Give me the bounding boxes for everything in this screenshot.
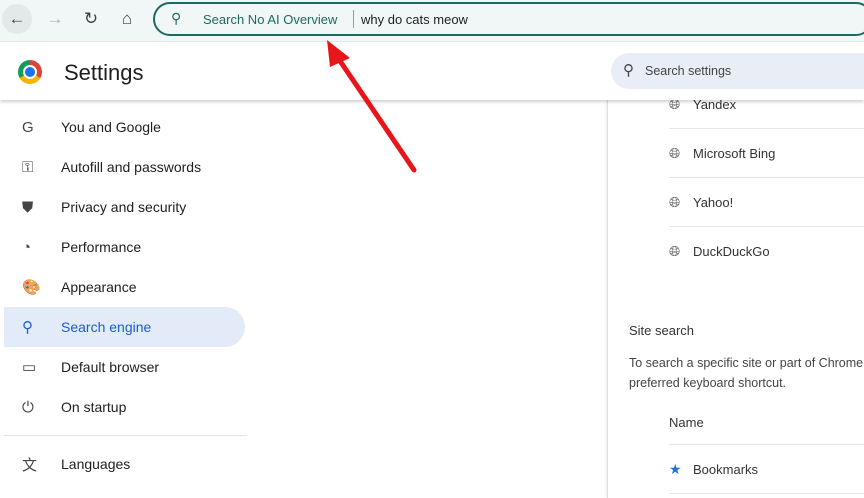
search-placeholder: Search settings bbox=[645, 64, 732, 78]
sidebar-item-label: Privacy and security bbox=[61, 199, 187, 215]
browser-window-icon: ▭ bbox=[22, 359, 37, 376]
forward-button[interactable]: → bbox=[40, 4, 70, 34]
sidebar-item-label: On startup bbox=[61, 399, 127, 415]
search-engine-option[interactable]: 🌐︎ Yahoo! bbox=[669, 178, 864, 227]
search-keyword-chip: Search No AI Overview bbox=[203, 12, 338, 27]
google-icon: G bbox=[22, 118, 34, 136]
search-settings-input[interactable]: ⚲ Search settings bbox=[611, 53, 864, 89]
sidebar-item-privacy[interactable]: ⛊ Privacy and security bbox=[4, 187, 245, 227]
palette-icon: 🎨 bbox=[22, 279, 41, 296]
back-arrow-icon: ← bbox=[8, 9, 26, 28]
sidebar-item-autofill[interactable]: ⚿ Autofill and passwords bbox=[4, 147, 245, 187]
sidebar-item-label: Search engine bbox=[61, 319, 152, 335]
translate-icon: 文 bbox=[22, 456, 38, 474]
engine-name: Yahoo! bbox=[693, 194, 734, 210]
sidebar-item-label: Autofill and passwords bbox=[61, 159, 202, 175]
column-label: Name bbox=[669, 414, 704, 430]
engine-name: DuckDuckGo bbox=[693, 244, 770, 259]
search-engine-panel: 🌐︎ Yandex 🌐︎ Microsoft Bing 🌐︎ Yahoo! 🌐︎ Duc… bbox=[607, 96, 864, 498]
omnibox[interactable]: ⚲ Search No AI Overview why do cats meow bbox=[153, 2, 864, 36]
site-search-row[interactable]: ★ Bookmarks bbox=[669, 445, 864, 494]
sidebar-item-search-engine[interactable]: ⚲ Search engine bbox=[4, 307, 245, 347]
settings-header: Settings ⚲ Search settings bbox=[0, 43, 864, 100]
globe-icon: 🌐︎ bbox=[669, 193, 681, 210]
omnibox-query[interactable]: why do cats meow bbox=[361, 12, 468, 27]
forward-arrow-icon: → bbox=[46, 9, 64, 28]
search-icon: ⚲ bbox=[171, 10, 182, 26]
sidebar-item-label: Performance bbox=[61, 239, 142, 255]
back-button[interactable]: ← bbox=[2, 4, 32, 34]
omnibox-separator bbox=[353, 10, 354, 28]
home-button[interactable]: ⌂ bbox=[112, 4, 142, 34]
speedometer-icon: ◔ bbox=[22, 238, 32, 256]
sidebar-item-label: Appearance bbox=[61, 279, 137, 295]
desc-line: preferred keyboard shortcut. bbox=[629, 376, 787, 390]
globe-icon: 🌐︎ bbox=[669, 243, 681, 259]
page-title: Settings bbox=[64, 60, 144, 85]
site-search-description: To search a specific site or part of Chr… bbox=[629, 353, 863, 393]
search-icon: ⚲ bbox=[22, 319, 33, 336]
engine-name: Microsoft Bing bbox=[693, 145, 776, 161]
reload-icon: ↻ bbox=[83, 9, 99, 28]
browser-toolbar: ← → ↻ ⌂ ⚲ Search No AI Overview why do c… bbox=[0, 0, 864, 42]
globe-icon: 🌐︎ bbox=[669, 144, 681, 161]
sidebar-item-languages[interactable]: 文 Languages bbox=[4, 444, 245, 484]
site-search-heading: Site search bbox=[629, 323, 695, 338]
name-column-header: Name bbox=[669, 400, 864, 445]
power-icon: ⏻ bbox=[22, 398, 34, 416]
sidebar-item-default-browser[interactable]: ▭ Default browser bbox=[4, 347, 245, 387]
reload-button[interactable]: ↻ bbox=[76, 4, 106, 34]
desc-line: To search a specific site or part of Chr… bbox=[629, 356, 864, 370]
sidebar-item-performance[interactable]: ◔ Performance bbox=[4, 227, 245, 267]
sidebar-divider bbox=[4, 435, 247, 436]
search-icon: ⚲ bbox=[623, 62, 634, 79]
sidebar-item-label: You and Google bbox=[61, 119, 161, 135]
chrome-logo-icon bbox=[18, 60, 42, 84]
search-engine-option[interactable]: 🌐︎ Microsoft Bing bbox=[669, 129, 864, 178]
sidebar-item-label: Languages bbox=[61, 456, 131, 472]
sidebar-item-you-and-google[interactable]: G You and Google bbox=[4, 107, 245, 147]
key-icon: ⚿ bbox=[22, 158, 34, 176]
shield-icon: ⛊ bbox=[22, 198, 34, 216]
home-icon: ⌂ bbox=[121, 9, 133, 28]
sidebar-item-on-startup[interactable]: ⏻ On startup bbox=[4, 387, 245, 427]
sidebar-item-label: Default browser bbox=[61, 359, 160, 375]
star-icon: ★ bbox=[669, 460, 682, 477]
search-engine-option[interactable]: 🌐︎ DuckDuckGo bbox=[669, 227, 864, 276]
site-name: Bookmarks bbox=[693, 461, 759, 477]
sidebar-item-appearance[interactable]: 🎨 Appearance bbox=[4, 267, 245, 307]
